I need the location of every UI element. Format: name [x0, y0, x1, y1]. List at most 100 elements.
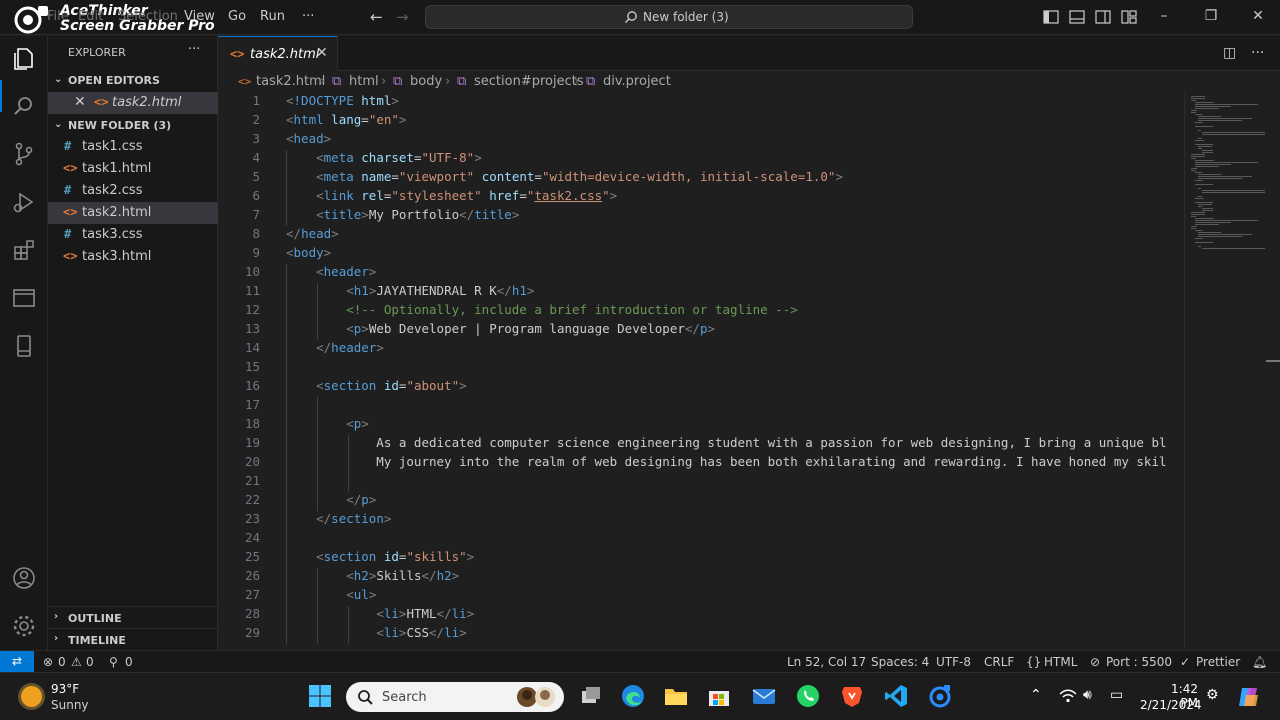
code-line[interactable]: 28 <li>HTML</li>: [218, 606, 1188, 625]
battery-icon[interactable]: ▭: [1110, 687, 1123, 703]
folder-header[interactable]: ⌄ NEW FOLDER (3): [48, 115, 218, 137]
code-line[interactable]: 20 My journey into the realm of web desi…: [218, 454, 1188, 473]
ports-count[interactable]: 0: [125, 655, 133, 669]
volume-icon[interactable]: 🔊︎: [1083, 687, 1092, 703]
show-hidden-icons-chevron-icon[interactable]: ⌃: [1030, 687, 1042, 703]
close-window-icon[interactable]: ✕: [1248, 8, 1268, 24]
code-line[interactable]: 6 <link rel="stylesheet" href="task2.css…: [218, 188, 1188, 207]
copilot-icon[interactable]: [1236, 684, 1262, 710]
breadcrumb-file[interactable]: task2.html: [256, 74, 325, 89]
file-item-task2-html[interactable]: <> task2.html: [48, 202, 218, 224]
breadcrumb-section[interactable]: section#projects: [474, 74, 584, 89]
toggle-primary-sidebar-icon[interactable]: [1043, 10, 1059, 24]
microsoft-store-icon[interactable]: [706, 683, 732, 709]
notification-settings-icon[interactable]: ⚙: [1206, 687, 1219, 703]
code-line[interactable]: 17: [218, 397, 1188, 416]
toggle-secondary-sidebar-icon[interactable]: [1095, 10, 1111, 24]
task-view-icon[interactable]: [578, 683, 604, 709]
restore-icon[interactable]: ❐: [1201, 8, 1221, 24]
timeline-header[interactable]: › TIMELINE: [48, 628, 218, 650]
live-server-port[interactable]: Port : 5500: [1106, 655, 1172, 669]
wifi-icon[interactable]: [1059, 689, 1077, 703]
code-line[interactable]: 3 <head>: [218, 131, 1188, 150]
screen-grabber-icon[interactable]: [927, 683, 953, 709]
weather-temperature[interactable]: 93°F: [51, 682, 79, 696]
code-line[interactable]: 7 <title>My Portfolio</title>: [218, 207, 1188, 226]
file-explorer-icon[interactable]: [663, 683, 689, 709]
customize-layout-icon[interactable]: [1121, 10, 1137, 24]
menu-run[interactable]: Run: [260, 9, 285, 24]
errors-count[interactable]: 0: [58, 655, 66, 669]
breadcrumb-html[interactable]: html: [349, 74, 379, 89]
code-line[interactable]: 15: [218, 359, 1188, 378]
code-line[interactable]: 19 As a dedicated computer science engin…: [218, 435, 1188, 454]
more-actions-icon[interactable]: ···: [1251, 45, 1264, 61]
file-item-task2-css[interactable]: # task2.css: [48, 180, 218, 202]
file-item-task1-css[interactable]: # task1.css: [48, 136, 218, 158]
code-line[interactable]: 23 </section>: [218, 511, 1188, 530]
code-line[interactable]: 12 <!-- Optionally, include a brief intr…: [218, 302, 1188, 321]
indentation[interactable]: Spaces: 4: [871, 655, 929, 669]
edge-browser-icon[interactable]: [620, 683, 646, 709]
menu-go[interactable]: Go: [228, 9, 246, 24]
code-line[interactable]: 22 </p>: [218, 492, 1188, 511]
explorer-more-button[interactable]: ···: [188, 42, 200, 57]
code-line[interactable]: 29 <li>CSS</li>: [218, 625, 1188, 644]
code-line[interactable]: 8 </head>: [218, 226, 1188, 245]
menu-view[interactable]: View: [184, 9, 215, 24]
command-center[interactable]: New folder (3): [425, 5, 913, 29]
mail-icon[interactable]: [751, 683, 777, 709]
extensions-icon[interactable]: [10, 236, 38, 264]
clock-date[interactable]: 2/21/2024: [1140, 698, 1202, 712]
minimize-icon[interactable]: –: [1154, 8, 1174, 24]
back-arrow-icon[interactable]: ←: [370, 8, 383, 26]
ports-icon[interactable]: ⚲: [109, 655, 118, 669]
menu-more[interactable]: ···: [302, 9, 314, 24]
device-icon[interactable]: [10, 332, 38, 360]
line-endings[interactable]: CRLF: [984, 655, 1014, 669]
language-mode[interactable]: HTML: [1044, 655, 1077, 669]
menu-selection[interactable]: Selection: [118, 9, 178, 24]
outline-header[interactable]: › OUTLINE: [48, 606, 218, 628]
code-line[interactable]: 5 <meta name="viewport" content="width=d…: [218, 169, 1188, 188]
code-line[interactable]: 11 <h1>JAYATHENDRAL R K</h1>: [218, 283, 1188, 302]
taskbar-search[interactable]: Search: [346, 682, 564, 712]
code-line[interactable]: 26 <h2>Skills</h2>: [218, 568, 1188, 587]
code-line[interactable]: 21: [218, 473, 1188, 492]
file-item-task3-html[interactable]: <> task3.html: [48, 246, 218, 268]
split-editor-icon[interactable]: ◫: [1223, 45, 1236, 61]
accounts-icon[interactable]: [10, 564, 38, 592]
file-item-task1-html[interactable]: <> task1.html: [48, 158, 218, 180]
remote-indicator-icon[interactable]: ⇄: [0, 651, 34, 673]
vscode-icon[interactable]: [883, 683, 909, 709]
code-line[interactable]: 13 <p>Web Developer | Program language D…: [218, 321, 1188, 340]
search-icon[interactable]: [10, 92, 38, 120]
error-icon[interactable]: ⊗: [43, 655, 53, 669]
code-line[interactable]: 1 <!DOCTYPE html>: [218, 93, 1188, 112]
explorer-icon[interactable]: [10, 44, 38, 72]
code-line[interactable]: 10 <header>: [218, 264, 1188, 283]
code-line[interactable]: 27 <ul>: [218, 587, 1188, 606]
run-debug-icon[interactable]: [10, 188, 38, 216]
settings-gear-icon[interactable]: [10, 612, 38, 640]
cursor-position[interactable]: Ln 52, Col 17: [787, 655, 866, 669]
code-line[interactable]: 2 <html lang="en">: [218, 112, 1188, 131]
code-line[interactable]: 4 <meta charset="UTF-8">: [218, 150, 1188, 169]
code-line[interactable]: 18 <p>: [218, 416, 1188, 435]
scrollbar-marker[interactable]: [1266, 360, 1280, 362]
menu-edit[interactable]: Edit: [78, 9, 103, 24]
encoding[interactable]: UTF-8: [936, 655, 971, 669]
breadcrumb-div[interactable]: div.project: [603, 74, 671, 89]
prettier-status[interactable]: Prettier: [1196, 655, 1240, 669]
code-line[interactable]: 14 </header>: [218, 340, 1188, 359]
code-line[interactable]: 24: [218, 530, 1188, 549]
code-line[interactable]: 9 <body>: [218, 245, 1188, 264]
sun-icon[interactable]: [21, 686, 42, 707]
warnings-count[interactable]: 0: [86, 655, 94, 669]
toggle-panel-icon[interactable]: [1069, 10, 1085, 24]
close-icon[interactable]: ✕: [316, 45, 328, 61]
code-editor[interactable]: 1 <!DOCTYPE html> 2 <html lang="en"> 3 <head>…: [218, 93, 1280, 650]
code-line[interactable]: 25 <section id="skills">: [218, 549, 1188, 568]
notifications-bell-icon[interactable]: 🔔︎: [1252, 655, 1267, 669]
warning-icon[interactable]: ⚠: [71, 655, 82, 669]
